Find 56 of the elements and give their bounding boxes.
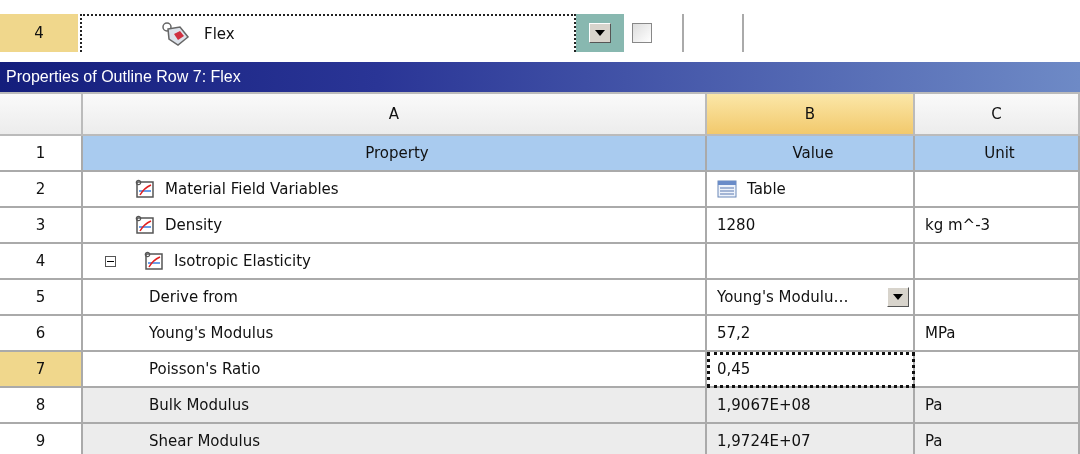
dropdown-button[interactable] (887, 287, 909, 307)
property-name: Young's Modulus (149, 324, 274, 342)
value-cell[interactable]: 1280 (707, 208, 915, 244)
chart-icon (135, 179, 155, 199)
checkbox[interactable] (632, 23, 652, 43)
row-number: 1 (0, 136, 83, 172)
value-cell[interactable]: Young's Modulu… (707, 280, 915, 316)
value-text: Young's Modulu… (717, 288, 849, 306)
table-icon (717, 180, 737, 198)
caret-icon (595, 30, 605, 36)
collapse-icon[interactable] (105, 255, 116, 267)
tag-icon (160, 21, 190, 47)
column-header[interactable]: A (83, 94, 707, 136)
property-name: Density (165, 216, 223, 234)
property-name: Material Field Variables (165, 180, 339, 198)
column-title: Unit (915, 136, 1080, 172)
value-text: 57,2 (717, 324, 751, 342)
column-header[interactable]: C (915, 94, 1080, 136)
chart-icon (144, 251, 164, 271)
panel-title: Properties of Outline Row 7: Flex (0, 62, 1080, 92)
property-name: Isotropic Elasticity (174, 252, 311, 270)
caret-icon (893, 294, 903, 300)
outline-name: Flex (204, 25, 235, 43)
chart-icon (135, 215, 155, 235)
value-text: 1,9724E+07 (717, 432, 811, 450)
row-number: 6 (0, 316, 83, 352)
unit-text: kg m^-3 (925, 216, 991, 234)
row-number: 5 (0, 280, 83, 316)
value-cell[interactable]: Table (707, 172, 915, 208)
property-name: Derive from (149, 288, 238, 306)
unit-text: MPa (925, 324, 956, 342)
value-text: 0,45 (717, 360, 751, 378)
property-name: Poisson's Ratio (149, 360, 261, 378)
row-number: 2 (0, 172, 83, 208)
value-cell[interactable]: 1,9724E+07 (707, 424, 915, 454)
value-text: 1,9067E+08 (717, 396, 811, 414)
value-text: 1280 (717, 216, 756, 234)
row-number: 3 (0, 208, 83, 244)
column-title: Value (707, 136, 915, 172)
property-name: Bulk Modulus (149, 396, 250, 414)
dropdown-button[interactable] (589, 23, 611, 43)
column-header[interactable]: B (707, 94, 915, 136)
property-name: Shear Modulus (149, 432, 261, 450)
value-text: Table (747, 180, 786, 198)
value-cell[interactable]: 57,2 (707, 316, 915, 352)
value-cell[interactable]: 0,45 (707, 352, 915, 388)
row-number: 4 (0, 14, 78, 52)
column-title: Property (83, 136, 707, 172)
unit-text: Pa (925, 396, 943, 414)
row-number: 7 (0, 352, 83, 388)
row-number: 8 (0, 388, 83, 424)
value-cell[interactable]: 1,9067E+08 (707, 388, 915, 424)
row-number: 4 (0, 244, 83, 280)
value-cell[interactable] (707, 244, 915, 280)
unit-text: Pa (925, 432, 943, 450)
outline-name-cell[interactable]: Flex (80, 14, 576, 52)
